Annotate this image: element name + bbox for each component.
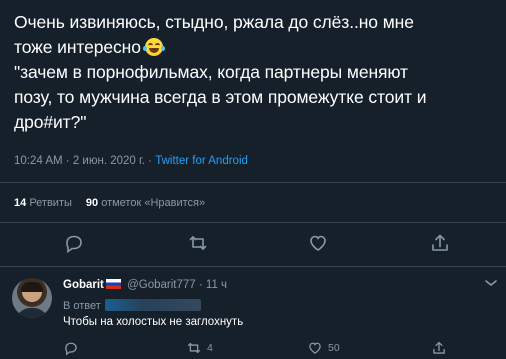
chevron-down-icon[interactable] (484, 278, 498, 288)
tweet-line-2-text: тоже интересно (14, 37, 141, 57)
retweets-label: Ретвиты (29, 197, 72, 209)
like-icon[interactable] (307, 232, 329, 254)
tweet-metadata: 10:24 AM · 2 июн. 2020 г. · Twitter for … (14, 155, 248, 167)
divider (0, 182, 506, 183)
reply-to-line: В ответ (63, 299, 201, 312)
separator: · (62, 155, 73, 167)
tweet-line-2: тоже интересно (14, 35, 494, 60)
reply-retweet-count: 4 (207, 342, 213, 354)
tweet-stats: 14 Ретвиты 90 отметок «Нравится» (14, 197, 205, 209)
tweet-line-1: Очень извиняюсь, стыдно, ржала до слёз..… (14, 12, 414, 32)
reply-icon (63, 340, 79, 356)
retweet-icon[interactable] (187, 232, 209, 254)
share-icon[interactable] (429, 232, 451, 254)
face-with-tears-of-joy-icon (142, 38, 165, 56)
like-icon (307, 340, 323, 356)
retweet-icon (186, 340, 202, 356)
reply-time[interactable]: 11 ч (206, 279, 227, 291)
reply-tweet[interactable]: Gobarit @Gobarit777 · 11 ч В ответ Чтобы… (0, 272, 506, 359)
retweets-count: 14 (14, 197, 27, 209)
reply-share-button[interactable] (431, 340, 447, 356)
reply-icon[interactable] (63, 232, 85, 254)
tweet-actions (0, 232, 506, 256)
tweet-line-3: "зачем в порнофильмах, когда партнеры ме… (14, 62, 408, 82)
tweet-line-5: дро#ит?" (14, 112, 87, 132)
divider (0, 222, 506, 223)
reply-actions: 4 50 (0, 340, 506, 358)
russia-flag-icon (105, 279, 121, 289)
share-icon (431, 340, 447, 356)
retweets-stat[interactable]: 14 Ретвиты (14, 197, 72, 209)
blurred-mention (104, 299, 201, 311)
separator: · (195, 279, 206, 291)
separator: · (144, 155, 156, 167)
likes-stat[interactable]: 90 отметок «Нравится» (86, 197, 205, 209)
reply-like-count: 50 (328, 342, 340, 354)
likes-label: отметок «Нравится» (101, 197, 206, 209)
avatar[interactable] (12, 278, 52, 318)
likes-count: 90 (85, 197, 99, 209)
reply-author-handle[interactable]: @Gobarit777 (127, 279, 196, 291)
reply-header: Gobarit @Gobarit777 · 11 ч (63, 279, 227, 291)
tweet-text: Очень извиняюсь, стыдно, ржала до слёз..… (14, 10, 494, 135)
reply-retweet-button[interactable]: 4 (186, 340, 213, 356)
reply-like-button[interactable]: 50 (307, 340, 340, 356)
reply-reply-button[interactable] (63, 340, 79, 356)
tweet-time[interactable]: 10:24 AM (14, 155, 63, 167)
divider (0, 266, 506, 267)
reply-author-name[interactable]: Gobarit (63, 279, 104, 291)
reply-to-label: В ответ (63, 300, 101, 312)
tweet-date[interactable]: 2 июн. 2020 г. (73, 155, 145, 167)
tweet-line-4: позу, то мужчина всегда в этом промежутк… (14, 87, 427, 107)
tweet-source-link[interactable]: Twitter for Android (155, 155, 248, 167)
reply-text: Чтобы на холостых не заглохнуть (63, 316, 244, 328)
